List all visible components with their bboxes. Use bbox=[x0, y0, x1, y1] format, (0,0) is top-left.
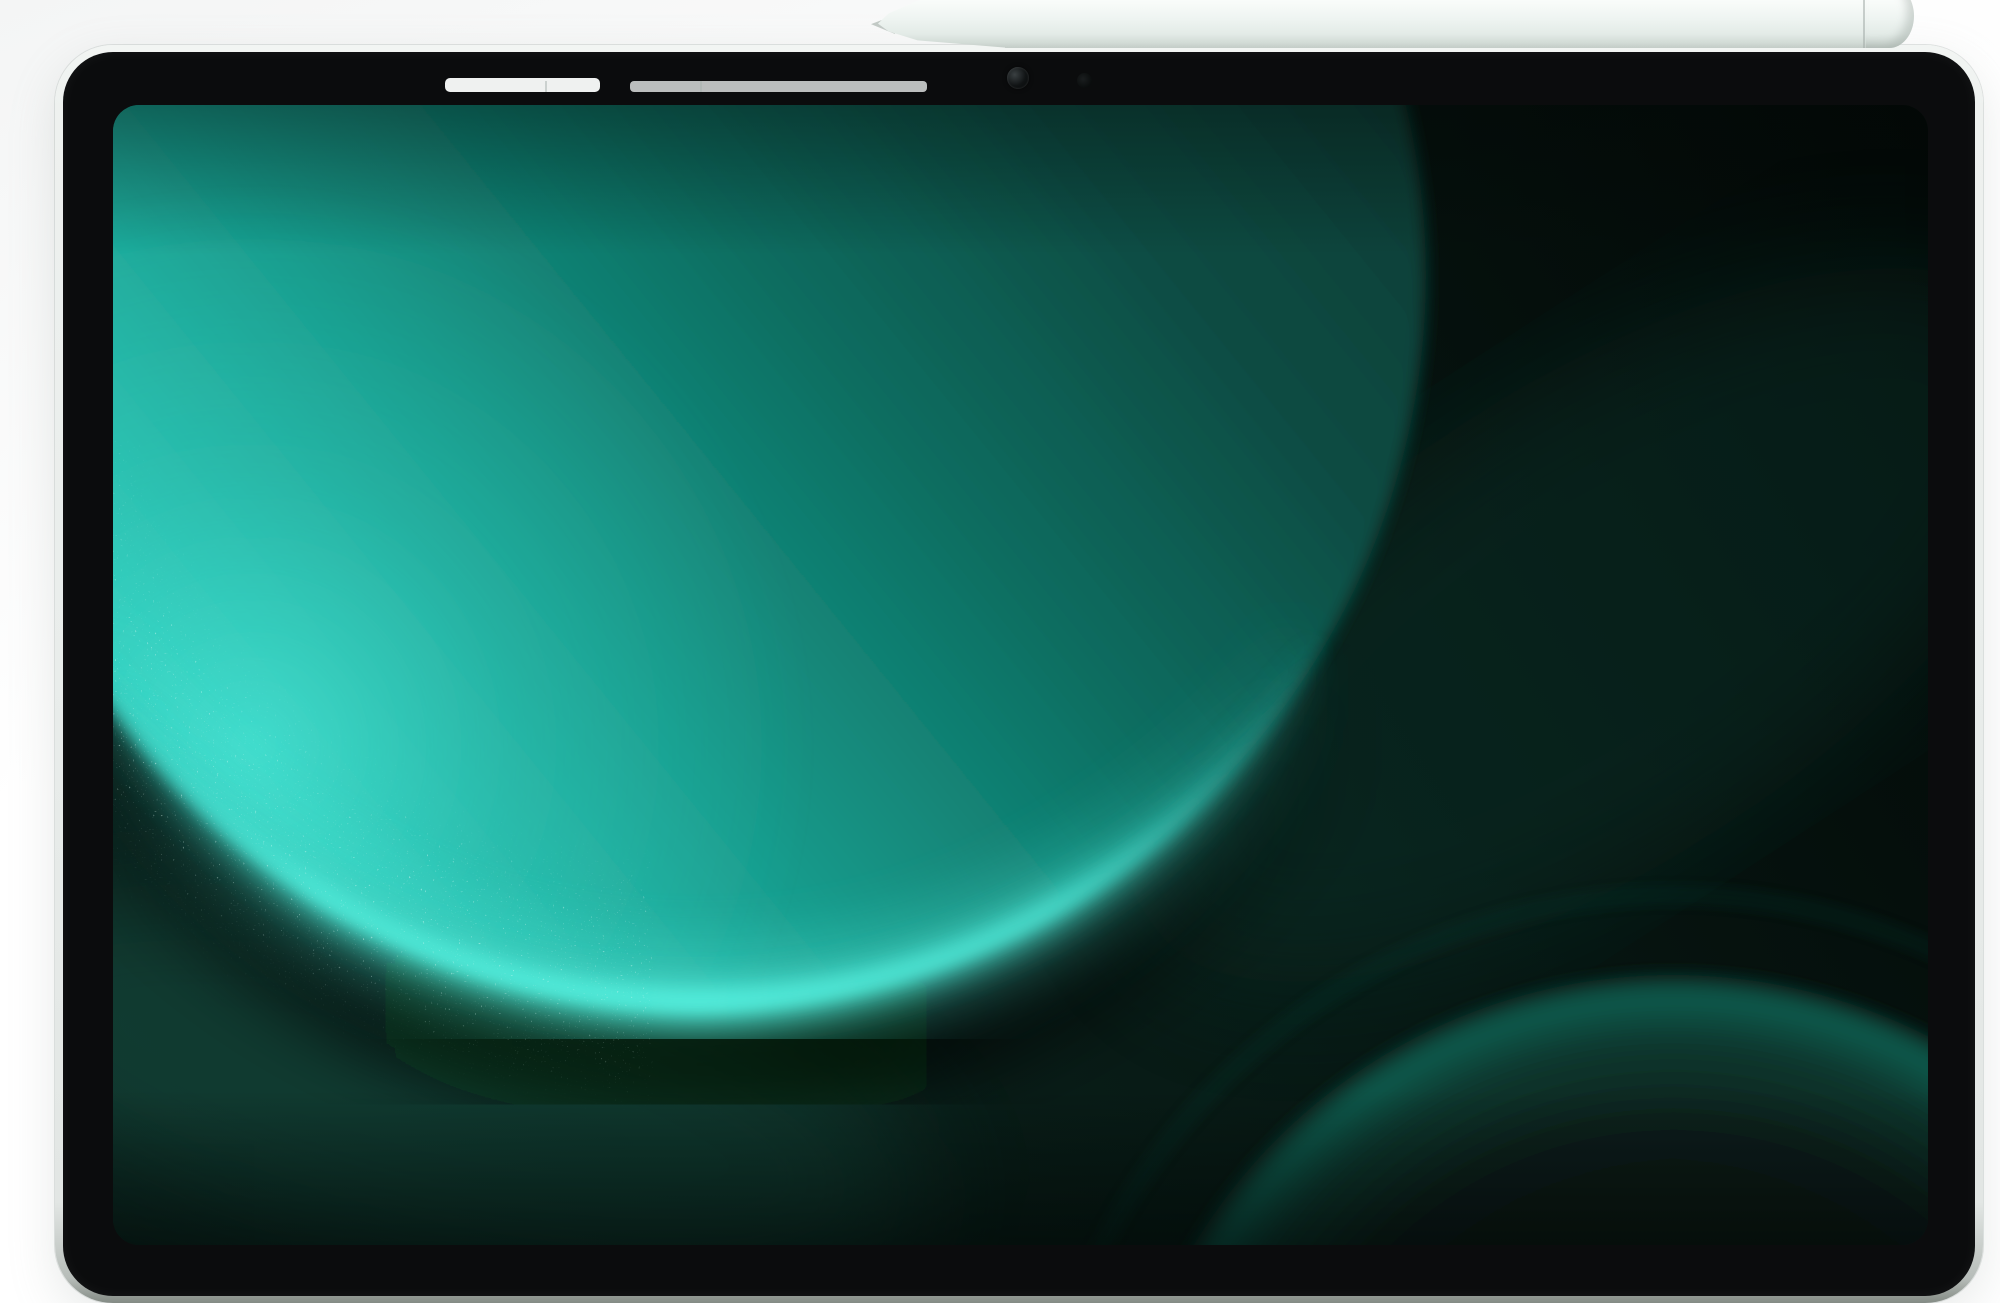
wallpaper-speckles bbox=[113, 105, 1013, 1245]
tablet-screen bbox=[113, 105, 1928, 1245]
top-rail-highlight bbox=[630, 81, 927, 92]
stylus-pen-cap bbox=[1866, 0, 1914, 48]
ambient-sensor bbox=[1077, 73, 1092, 88]
wallpaper-bottom-vignette bbox=[113, 1090, 1928, 1245]
stylus-pen-body bbox=[1005, 0, 1872, 48]
wallpaper-top-vignette bbox=[113, 105, 1928, 255]
top-rail-antenna-segment bbox=[445, 78, 600, 92]
antenna-seam bbox=[545, 81, 547, 92]
wallpaper bbox=[113, 105, 1928, 1245]
front-camera bbox=[1007, 67, 1029, 89]
stylus-pen-tip bbox=[878, 0, 1010, 48]
product-photo-scene bbox=[0, 0, 2000, 1303]
antenna-seam bbox=[700, 81, 702, 92]
stylus-pen-cap-seam bbox=[1863, 0, 1865, 48]
stylus-pen-nib bbox=[871, 15, 895, 34]
tablet-device bbox=[55, 45, 1983, 1303]
